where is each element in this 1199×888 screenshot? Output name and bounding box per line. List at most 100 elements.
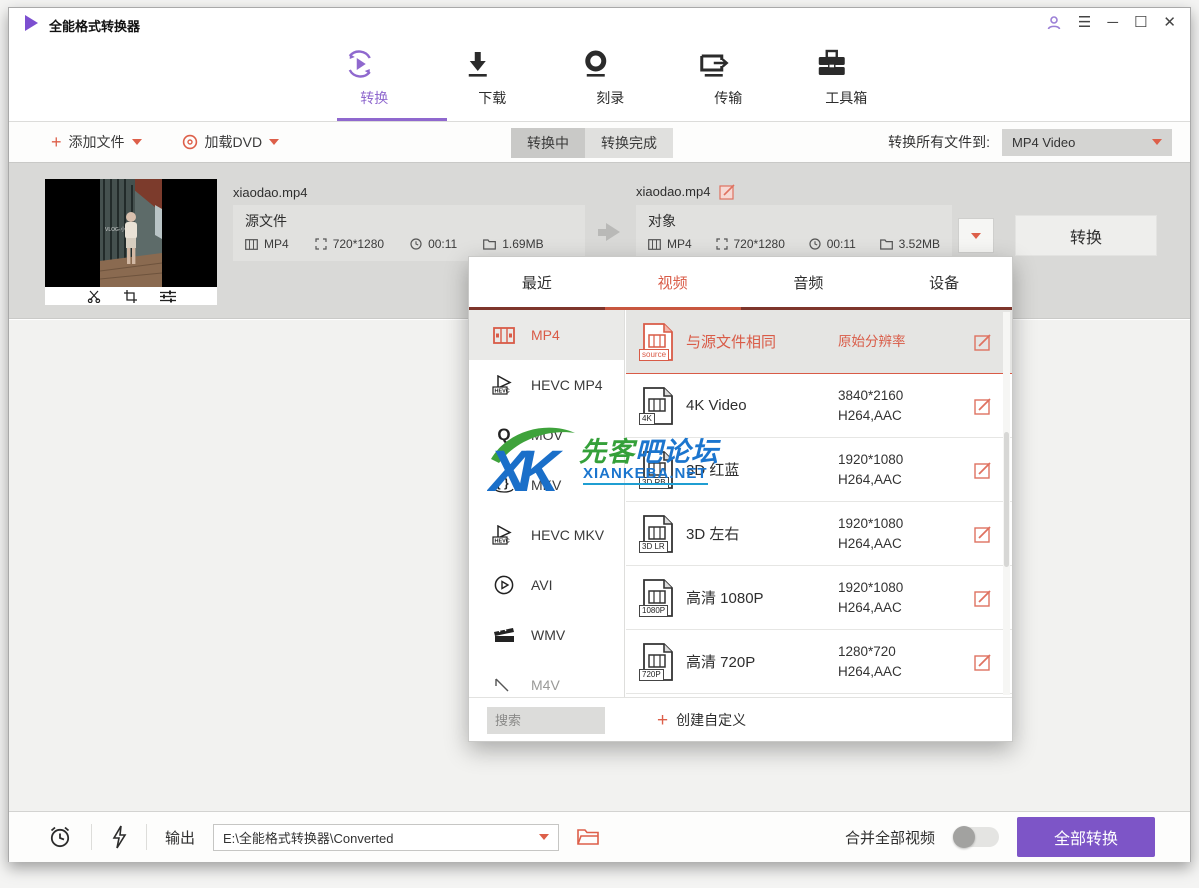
tab-toolbox[interactable]: 工具箱 — [813, 46, 879, 108]
target-panel-title: 对象 — [648, 213, 676, 229]
output-path-value: E:\全能格式转换器\Converted — [223, 830, 394, 846]
search-input[interactable] — [487, 707, 605, 734]
minimize-button[interactable]: ─ — [1107, 12, 1118, 34]
load-dvd-button[interactable]: 加载DVD — [182, 132, 280, 152]
title-bar: 全能格式转换器 ☰ ─ ☐ ✕ — [9, 8, 1190, 38]
merge-toggle[interactable] — [953, 826, 999, 848]
open-folder-icon[interactable] — [577, 828, 599, 846]
format-item-mkv[interactable]: { } MKV — [469, 460, 624, 510]
rename-icon[interactable] — [719, 183, 736, 200]
tab-download[interactable]: 下载 — [459, 46, 525, 108]
preset-3d-sbs[interactable]: 3D LR 3D 左右 1920*1080 H264,AAC — [626, 502, 1012, 566]
source-resolution: 720*1280 — [332, 237, 385, 251]
convert-all-button[interactable]: 全部转换 — [1017, 817, 1155, 857]
edit-preset-icon[interactable] — [974, 525, 992, 543]
add-file-button[interactable]: + 添加文件 — [51, 132, 142, 152]
preset-scrollbar[interactable] — [1003, 312, 1010, 695]
3d-rb-preset-icon: 3D RB — [639, 450, 674, 490]
format-item-mov[interactable]: Q MOV — [469, 410, 624, 460]
transfer-icon — [695, 46, 761, 82]
schedule-icon[interactable] — [47, 824, 73, 850]
account-icon[interactable] — [1046, 15, 1062, 31]
duration-icon — [410, 238, 422, 250]
format-item-wmv[interactable]: WMV — [469, 610, 624, 660]
create-custom-button[interactable]: + 创建自定义 — [657, 710, 746, 730]
bottom-bar: 输出 E:\全能格式转换器\Converted 合并全部视频 全部转换 — [9, 811, 1190, 862]
tab-convert[interactable]: 转换 — [341, 46, 407, 108]
target-format: MP4 — [667, 237, 692, 251]
dvd-icon — [182, 134, 198, 150]
hevc-mkv-icon: HEVC — [491, 525, 517, 545]
output-path-select[interactable]: E:\全能格式转换器\Converted — [213, 823, 560, 851]
filesize-icon — [483, 238, 497, 250]
scrollbar-thumb[interactable] — [1004, 432, 1009, 567]
preset-same-as-source[interactable]: source 与源文件相同 原始分辨率 — [626, 310, 1012, 374]
source-preset-icon: source — [639, 322, 674, 362]
720p-preset-icon: 720P — [639, 642, 674, 682]
avi-icon — [491, 575, 517, 595]
target-format-dropdown-button[interactable] — [958, 218, 994, 253]
panel-tab-video[interactable]: 视频 — [605, 257, 741, 307]
app-title: 全能格式转换器 — [49, 19, 141, 34]
high-speed-icon[interactable] — [110, 824, 128, 850]
edit-preset-icon[interactable] — [974, 333, 992, 351]
source-size: 1.69MB — [502, 237, 544, 251]
video-thumbnail[interactable]: VLOG·小岛 — [45, 179, 217, 305]
trim-icon[interactable] — [87, 290, 102, 303]
app-window: 全能格式转换器 ☰ ─ ☐ ✕ 转换 下载 刻录 传输 工具箱 + 添加文件 加… — [8, 7, 1191, 862]
panel-tab-audio[interactable]: 音频 — [741, 257, 877, 307]
format-item-avi[interactable]: AVI — [469, 560, 624, 610]
menu-icon[interactable]: ☰ — [1078, 12, 1091, 34]
edit-preset-icon[interactable] — [974, 589, 992, 607]
tab-converted[interactable]: 转换完成 — [585, 128, 673, 158]
panel-tab-device[interactable]: 设备 — [876, 257, 1012, 307]
panel-tab-recent[interactable]: 最近 — [469, 257, 605, 307]
hevc-mp4-icon: HEVC — [491, 375, 517, 395]
edit-preset-icon[interactable] — [974, 653, 992, 671]
tab-converting[interactable]: 转换中 — [511, 128, 585, 158]
format-item-m4v[interactable]: M4V — [469, 660, 624, 697]
format-icon — [245, 238, 258, 250]
svg-text:HEVC: HEVC — [495, 539, 510, 545]
tab-transfer[interactable]: 传输 — [695, 46, 761, 108]
format-item-hevc-mp4[interactable]: HEVC HEVC MP4 — [469, 360, 624, 410]
close-button[interactable]: ✕ — [1163, 12, 1176, 34]
panel-footer: + 创建自定义 — [469, 697, 1012, 742]
edit-preset-icon[interactable] — [974, 461, 992, 479]
download-icon — [459, 46, 525, 82]
burn-disc-icon — [577, 46, 643, 82]
chevron-down-icon — [971, 232, 981, 239]
tab-burn[interactable]: 刻录 — [577, 46, 643, 108]
preset-hd-1080p[interactable]: 1080P 高清 1080P 1920*1080 H264,AAC — [626, 566, 1012, 630]
edit-preset-icon[interactable] — [974, 397, 992, 415]
convert-button[interactable]: 转换 — [1015, 215, 1157, 256]
convert-all-to-label: 转换所有文件到: — [888, 134, 990, 150]
preset-3d-anaglyph[interactable]: 3D RB 3D 红蓝 1920*1080 H264,AAC — [626, 438, 1012, 502]
effects-icon[interactable] — [159, 290, 176, 303]
resolution-icon — [715, 238, 728, 250]
maximize-button[interactable]: ☐ — [1134, 12, 1147, 34]
output-format-select[interactable]: MP4 Video — [1002, 128, 1172, 156]
divider — [146, 824, 147, 850]
plus-icon: + — [51, 132, 62, 152]
duration-icon — [809, 238, 821, 250]
source-filename: xiaodao.mp4 — [233, 185, 308, 200]
format-item-mp4[interactable]: MP4 — [469, 310, 624, 360]
preset-4k-video[interactable]: 4K 4K Video 3840*2160 H264,AAC — [626, 374, 1012, 438]
target-size: 3.52MB — [898, 237, 941, 251]
source-info-panel: 源文件 MP4 720*1280 00:11 1.69MB — [233, 205, 585, 261]
active-tab-indicator — [337, 118, 447, 121]
preset-hd-720p[interactable]: 720P 高清 720P 1280*720 H264,AAC — [626, 630, 1012, 694]
format-item-hevc-mkv[interactable]: HEVC HEVC MKV — [469, 510, 624, 560]
mov-icon: Q — [497, 425, 511, 444]
toolbox-icon — [813, 46, 879, 82]
chevron-down-icon — [131, 139, 142, 145]
crop-icon[interactable] — [123, 289, 138, 303]
format-list: MP4 HEVC HEVC MP4 Q MOV { } MKV HEVC HEV… — [469, 310, 625, 697]
format-icon — [648, 238, 661, 250]
1080p-preset-icon: 1080P — [639, 578, 674, 618]
chevron-down-icon — [269, 139, 280, 145]
convert-icon — [341, 46, 407, 82]
mp4-icon — [491, 326, 517, 344]
chevron-down-icon — [1152, 139, 1162, 145]
